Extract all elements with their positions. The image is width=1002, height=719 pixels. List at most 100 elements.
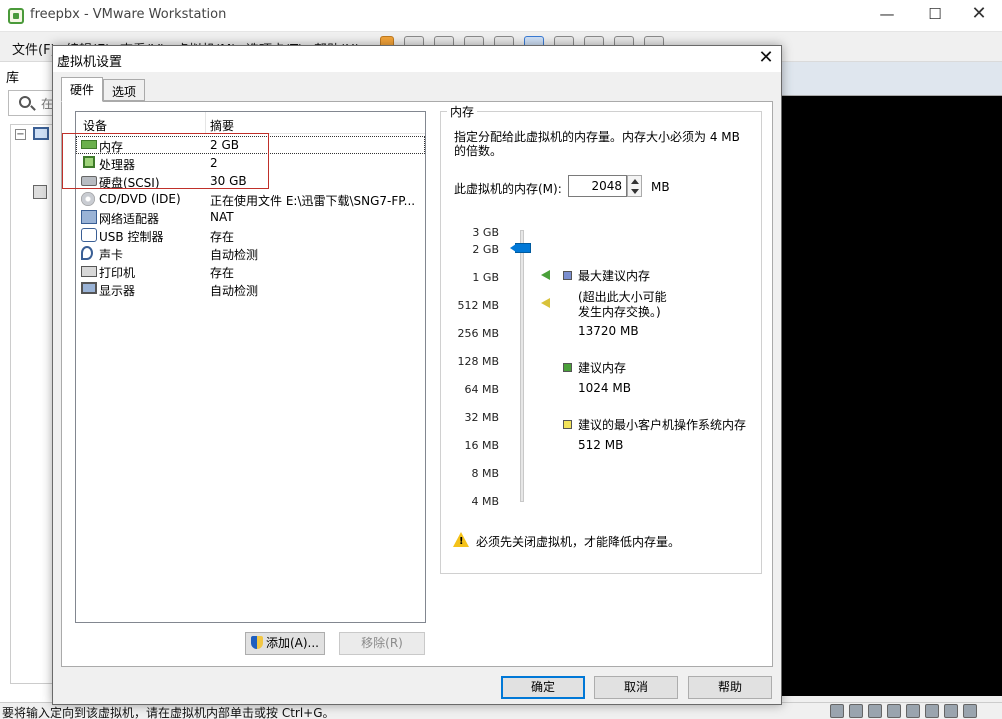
min-guest-label: 建议的最小客户机操作系统内存	[578, 418, 747, 432]
cd-status-icon[interactable]	[849, 704, 863, 718]
vm-icon[interactable]	[33, 185, 47, 199]
vm-tab-strip	[782, 62, 1002, 96]
scale-label: 64 MB	[464, 383, 499, 396]
processor-icon	[83, 156, 95, 168]
max-recommended-note: (超出此大小可能 发生内存交换。)	[578, 290, 667, 319]
min-guest-marker-icon	[541, 298, 550, 308]
device-row-cd-dvd[interactable]: CD/DVD (IDE) 正在使用文件 E:\迅雷下载\SNG7-FP...	[76, 190, 425, 208]
device-summary: 2	[210, 156, 218, 170]
dialog-close-icon[interactable]: ✕	[753, 47, 779, 69]
device-summary: 正在使用文件 E:\迅雷下载\SNG7-FP...	[210, 194, 416, 208]
ok-button[interactable]: 确定	[501, 676, 585, 699]
warning-text: 必须先关闭虚拟机，才能降低内存量。	[476, 535, 681, 549]
library-search-input[interactable]: 在	[8, 90, 54, 116]
shield-icon	[250, 636, 263, 649]
scale-label: 16 MB	[464, 439, 499, 452]
dialog-titlebar: 虚拟机设置 ✕	[53, 46, 781, 72]
device-summary: 自动检测	[210, 284, 259, 298]
scale-label: 32 MB	[464, 411, 499, 424]
usb-status-icon[interactable]	[887, 704, 901, 718]
column-summary[interactable]: 摘要	[210, 117, 234, 134]
device-row-display[interactable]: 显示器 自动检测	[76, 280, 425, 298]
device-row-hard-disk[interactable]: 硬盘(SCSI) 30 GB	[76, 172, 425, 190]
device-summary: 30 GB	[210, 174, 247, 188]
vm-settings-dialog: 虚拟机设置 ✕ 硬件 选项 设备 摘要 内存 2 GB 处理器 2 硬盘(SCS…	[52, 45, 782, 705]
app-titlebar: freepbx - VMware Workstation — ☐ ✕	[0, 0, 1002, 32]
tab-hardware[interactable]: 硬件	[61, 77, 104, 102]
device-summary: 2 GB	[210, 138, 239, 152]
help-button[interactable]: 帮助	[688, 676, 772, 699]
column-device[interactable]: 设备	[83, 117, 107, 134]
minimize-button[interactable]: —	[864, 2, 910, 28]
scale-label: 512 MB	[457, 299, 499, 312]
app-title: freepbx - VMware Workstation	[30, 7, 227, 22]
device-list[interactable]: 设备 摘要 内存 2 GB 处理器 2 硬盘(SCSI) 30 GB CD/DV…	[75, 111, 426, 623]
device-row-processor[interactable]: 处理器 2	[76, 154, 425, 172]
close-window-button[interactable]: ✕	[956, 2, 1002, 28]
device-name: 硬盘(SCSI)	[99, 176, 160, 190]
spin-up-icon[interactable]	[631, 179, 639, 184]
device-name: 内存	[99, 140, 124, 154]
device-name: 处理器	[99, 158, 136, 172]
memory-icon	[81, 140, 97, 149]
spin-down-icon[interactable]	[631, 189, 639, 194]
scale-label: 256 MB	[457, 327, 499, 340]
vm-console-screen[interactable]	[782, 96, 1002, 696]
memory-unit: MB	[651, 180, 670, 194]
device-name: CD/DVD (IDE)	[99, 192, 181, 206]
min-guest-value: 512 MB	[578, 438, 624, 452]
library-tree[interactable]: −	[10, 124, 54, 684]
hardware-tab-panel: 设备 摘要 内存 2 GB 处理器 2 硬盘(SCSI) 30 GB CD/DV…	[61, 101, 773, 667]
display-icon	[81, 282, 97, 294]
display-status-icon[interactable]	[944, 704, 958, 718]
maximize-button[interactable]: ☐	[912, 2, 958, 28]
device-row-memory[interactable]: 内存 2 GB	[76, 136, 425, 154]
device-name: USB 控制器	[99, 230, 164, 244]
recommended-swatch-icon	[563, 363, 572, 372]
printer-icon	[81, 266, 97, 277]
device-name: 显示器	[99, 284, 136, 298]
max-recommended-swatch-icon	[563, 271, 572, 280]
network-adapter-icon	[81, 210, 97, 224]
status-message: 要将输入定向到该虚拟机，请在虚拟机内部单击或按 Ctrl+G。	[2, 706, 335, 719]
scale-label: 8 MB	[471, 467, 499, 480]
collapse-icon[interactable]: −	[15, 129, 26, 140]
tab-options[interactable]: 选项	[103, 79, 146, 101]
recommended-value: 1024 MB	[578, 381, 631, 395]
menu-file[interactable]: 文件(F)	[12, 39, 56, 58]
device-row-printer[interactable]: 打印机 存在	[76, 262, 425, 280]
memory-description: 指定分配给此虚拟机的内存量。内存大小必须为 4 MB 的倍数。	[454, 130, 740, 158]
device-row-usb-controller[interactable]: USB 控制器 存在	[76, 226, 425, 244]
vmware-app-icon	[8, 8, 24, 24]
my-computer-icon[interactable]	[33, 127, 49, 140]
sound-status-icon[interactable]	[925, 704, 939, 718]
remove-device-button[interactable]: 移除(R)	[339, 632, 425, 655]
device-status-icons	[830, 704, 977, 718]
device-name: 打印机	[99, 266, 136, 280]
max-recommended-label: 最大建议内存	[578, 269, 651, 283]
max-recommended-value: 13720 MB	[578, 324, 639, 338]
recommended-marker-icon	[541, 270, 550, 280]
hard-disk-icon	[81, 176, 97, 186]
add-device-button[interactable]: 添加(A)...	[245, 632, 325, 655]
hard-disk-status-icon[interactable]	[830, 704, 844, 718]
device-row-sound-card[interactable]: 声卡 自动检测	[76, 244, 425, 262]
scale-label: 2 GB	[472, 243, 499, 256]
memory-slider-track[interactable]	[520, 230, 524, 502]
device-name: 声卡	[99, 248, 124, 262]
network-status-icon[interactable]	[868, 704, 882, 718]
message-status-icon[interactable]	[963, 704, 977, 718]
memory-slider-thumb[interactable]	[510, 243, 531, 253]
memory-settings-group: 内存 指定分配给此虚拟机的内存量。内存大小必须为 4 MB 的倍数。 此虚拟机的…	[440, 103, 762, 574]
memory-spinner[interactable]	[627, 175, 642, 197]
usb-controller-icon	[81, 228, 97, 242]
cancel-button[interactable]: 取消	[594, 676, 678, 699]
scale-label: 3 GB	[472, 226, 499, 239]
device-summary: 存在	[210, 266, 235, 280]
memory-size-input[interactable]: 2048	[568, 175, 627, 197]
scale-label: 128 MB	[457, 355, 499, 368]
device-summary: NAT	[210, 210, 234, 224]
memory-field-label: 此虚拟机的内存(M):	[454, 182, 562, 196]
printer-status-icon[interactable]	[906, 704, 920, 718]
device-row-network-adapter[interactable]: 网络适配器 NAT	[76, 208, 425, 226]
